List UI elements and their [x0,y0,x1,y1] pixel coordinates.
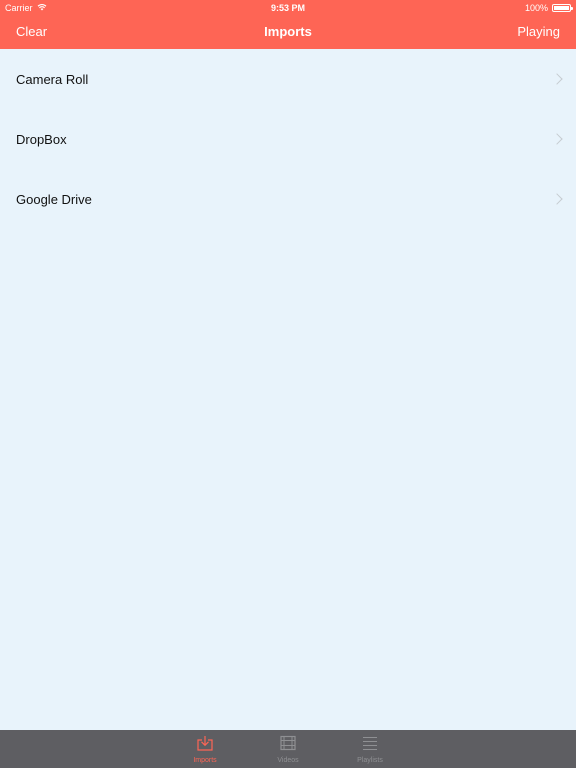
battery-percent: 100% [524,3,548,13]
status-time: 9:53 PM [270,3,305,13]
tab-videos[interactable]: Videos [258,730,318,768]
chevron-right-icon [551,73,563,85]
list-item-label: DropBox [16,131,67,147]
list-item-camera-roll[interactable]: Camera Roll [0,49,576,109]
tab-label: Videos [277,757,299,764]
list-item-google-drive[interactable]: Google Drive [0,169,576,229]
status-bar: Carrier 9:53 PM 100% [0,0,576,16]
list-icon [362,735,378,756]
nav-bar: Clear Imports Playing [0,16,576,49]
list-item-label: Google Drive [16,191,92,207]
chevron-right-icon [551,133,563,145]
list-item-label: Camera Roll [16,71,89,87]
status-right: 100% [524,3,573,13]
playing-button[interactable]: Playing [517,24,560,39]
page-title: Imports [264,24,312,39]
download-icon [196,735,214,756]
tab-imports[interactable]: Imports [175,730,235,768]
tab-playlists[interactable]: Playlists [340,730,400,768]
film-icon [280,735,296,756]
tab-label: Playlists [357,757,383,764]
tab-bar: Imports Videos Playlists [0,730,576,768]
chevron-right-icon [551,193,563,205]
header: Carrier 9:53 PM 100% Clear Imports Playi… [0,0,576,49]
list-item-dropbox[interactable]: DropBox [0,109,576,169]
tab-label: Imports [193,757,217,764]
screen: Carrier 9:53 PM 100% Clear Imports Playi… [0,0,576,768]
battery-icon [552,4,573,12]
import-sources-list: Camera Roll DropBox Google Drive [0,49,576,229]
